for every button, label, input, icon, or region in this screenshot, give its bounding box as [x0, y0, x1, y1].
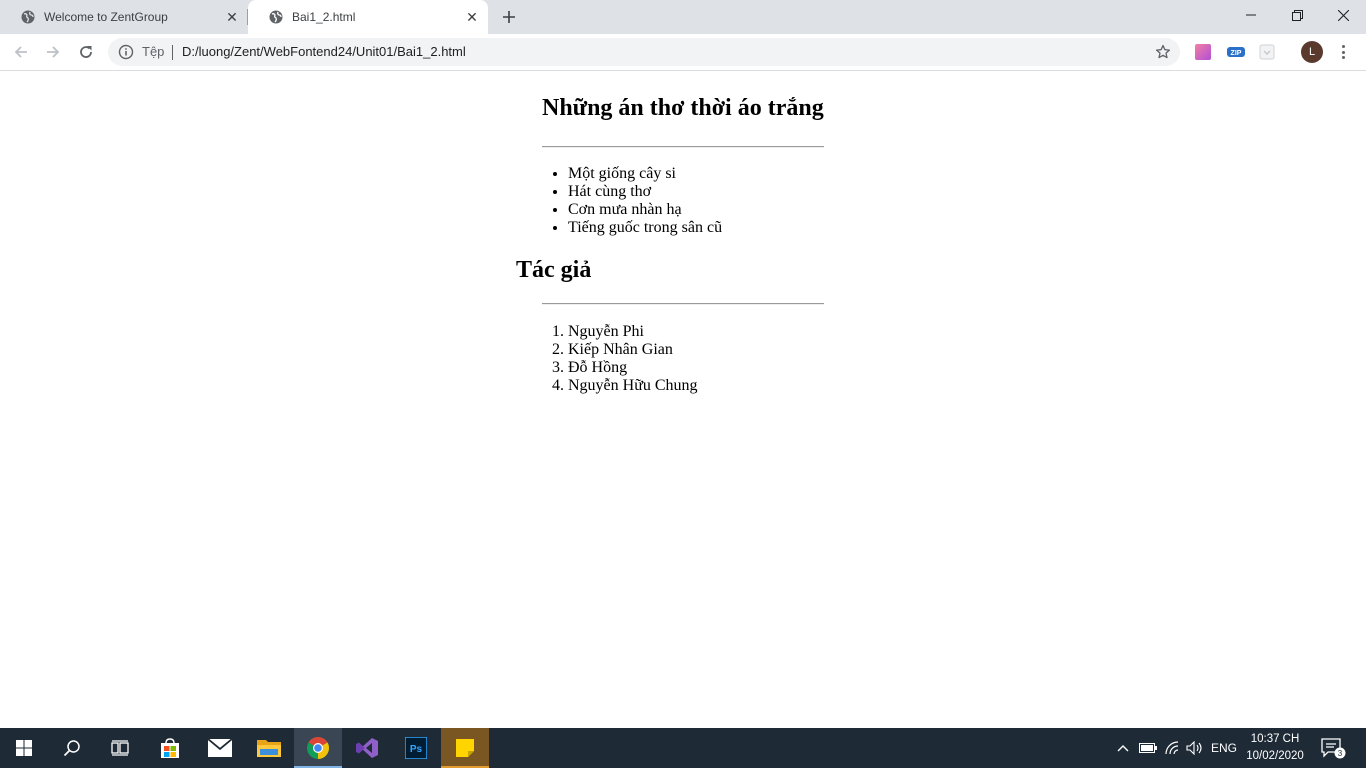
list-item: Một giống cây si [568, 165, 722, 183]
tab-bai1-2[interactable]: Bai1_2.html ✕ [248, 0, 488, 34]
search-icon [63, 740, 80, 757]
taskbar-visual-studio[interactable] [343, 728, 391, 768]
page-heading-authors: Tác giả [516, 257, 592, 283]
notification-icon: 3 [1321, 738, 1346, 759]
taskbar-file-explorer[interactable] [245, 728, 293, 768]
list-item: Tiếng guốc trong sân cũ [568, 219, 722, 237]
gradient-extension-icon[interactable] [1195, 44, 1211, 60]
arrow-right-icon [47, 46, 60, 58]
show-hidden-icons-button[interactable] [1112, 728, 1134, 768]
poem-list: Một giống cây si Hát cùng thơ Cơn mưa nh… [542, 165, 722, 237]
list-item: Nguyễn Hữu Chung [568, 377, 698, 395]
new-tab-button[interactable] [498, 7, 520, 27]
tab-title: Bai1_2.html [292, 10, 356, 24]
list-item: Nguyễn Phi [568, 323, 698, 341]
store-bag-icon [161, 738, 179, 758]
input-language-indicator[interactable]: ENG [1207, 728, 1241, 768]
volume-button[interactable] [1183, 728, 1207, 768]
minimize-icon [1246, 14, 1256, 16]
close-tab-icon[interactable]: ✕ [463, 8, 481, 26]
visual-studio-icon [356, 738, 378, 758]
globe-icon [21, 10, 35, 24]
close-icon [1337, 9, 1349, 21]
battery-button[interactable] [1136, 728, 1160, 768]
restore-icon [1291, 9, 1303, 21]
taskbar-chrome[interactable] [294, 728, 342, 768]
security-label[interactable]: Tệp [142, 44, 164, 59]
reload-button[interactable] [72, 38, 100, 66]
horizontal-rule [542, 146, 824, 148]
taskbar: Ps ENG 10:37 CH 10/02/2020 3 [0, 728, 1366, 768]
tab-title: Welcome to ZentGroup [44, 10, 168, 24]
horizontal-rule [542, 303, 824, 305]
tab-welcome-zentgroup[interactable]: Welcome to ZentGroup ✕ [0, 0, 248, 34]
page-heading-poems: Những án thơ thời áo trắng [542, 95, 824, 121]
arrow-left-icon [14, 46, 27, 58]
forward-button[interactable] [39, 38, 67, 66]
photoshop-icon: Ps [405, 737, 427, 759]
svg-text:Ps: Ps [410, 744, 423, 755]
task-view-icon [111, 740, 129, 756]
address-bar[interactable]: Tệp D:/luong/Zent/WebFontend24/Unit01/Ba… [108, 38, 1180, 66]
bookmark-star-icon[interactable] [1154, 43, 1172, 61]
svg-text:ZIP: ZIP [1231, 50, 1242, 57]
chevron-up-icon [1117, 745, 1129, 752]
chrome-icon [307, 737, 329, 759]
taskbar-clock[interactable]: 10:37 CH 10/02/2020 [1245, 731, 1305, 765]
notification-count: 3 [1338, 749, 1343, 758]
tab-strip: Welcome to ZentGroup ✕ Bai1_2.html ✕ [0, 0, 1366, 34]
taskbar-microsoft-store[interactable] [146, 728, 194, 768]
address-divider [172, 45, 173, 60]
info-icon[interactable] [118, 44, 134, 60]
windows-logo-icon [16, 740, 32, 756]
speaker-icon [1186, 741, 1202, 755]
reload-icon [80, 46, 92, 58]
list-item: Hát cùng thơ [568, 183, 722, 201]
wifi-button[interactable] [1161, 728, 1185, 768]
sticky-note-icon [456, 739, 474, 757]
clock-time: 10:37 CH [1250, 733, 1300, 745]
globe-icon [269, 10, 283, 24]
plus-icon [503, 11, 515, 23]
page-content: Những án thơ thời áo trắng Một giống cây… [0, 71, 1366, 728]
battery-icon [1139, 743, 1157, 753]
clock-date: 10/02/2020 [1246, 750, 1304, 762]
author-list: Nguyễn Phi Kiếp Nhân Gian Đỗ Hồng Nguyễn… [542, 323, 698, 395]
mail-icon [208, 739, 232, 757]
pocket-extension-icon[interactable] [1259, 44, 1275, 60]
taskbar-mail[interactable] [196, 728, 244, 768]
zip-extension-icon[interactable]: ZIP [1227, 44, 1245, 60]
restore-button[interactable] [1274, 0, 1320, 30]
browser-toolbar: Tệp D:/luong/Zent/WebFontend24/Unit01/Ba… [0, 34, 1366, 71]
wifi-icon [1165, 741, 1179, 755]
search-button[interactable] [48, 728, 96, 768]
action-center-button[interactable]: 3 [1318, 728, 1348, 768]
windows-start-button[interactable] [0, 728, 48, 768]
list-item: Đỗ Hồng [568, 359, 698, 377]
back-button[interactable] [7, 38, 35, 66]
minimize-button[interactable] [1228, 0, 1274, 30]
list-item: Kiếp Nhân Gian [568, 341, 698, 359]
menu-kebab-icon[interactable] [1336, 43, 1350, 61]
close-tab-icon[interactable]: ✕ [223, 8, 241, 26]
close-window-button[interactable] [1320, 0, 1366, 30]
profile-avatar[interactable]: L [1301, 41, 1323, 63]
taskbar-sticky-notes[interactable] [441, 728, 489, 768]
taskbar-photoshop[interactable]: Ps [392, 728, 440, 768]
list-item: Cơn mưa nhàn hạ [568, 201, 722, 219]
url-text[interactable]: D:/luong/Zent/WebFontend24/Unit01/Bai1_2… [182, 44, 466, 59]
task-view-button[interactable] [96, 728, 144, 768]
folder-icon [257, 740, 281, 757]
